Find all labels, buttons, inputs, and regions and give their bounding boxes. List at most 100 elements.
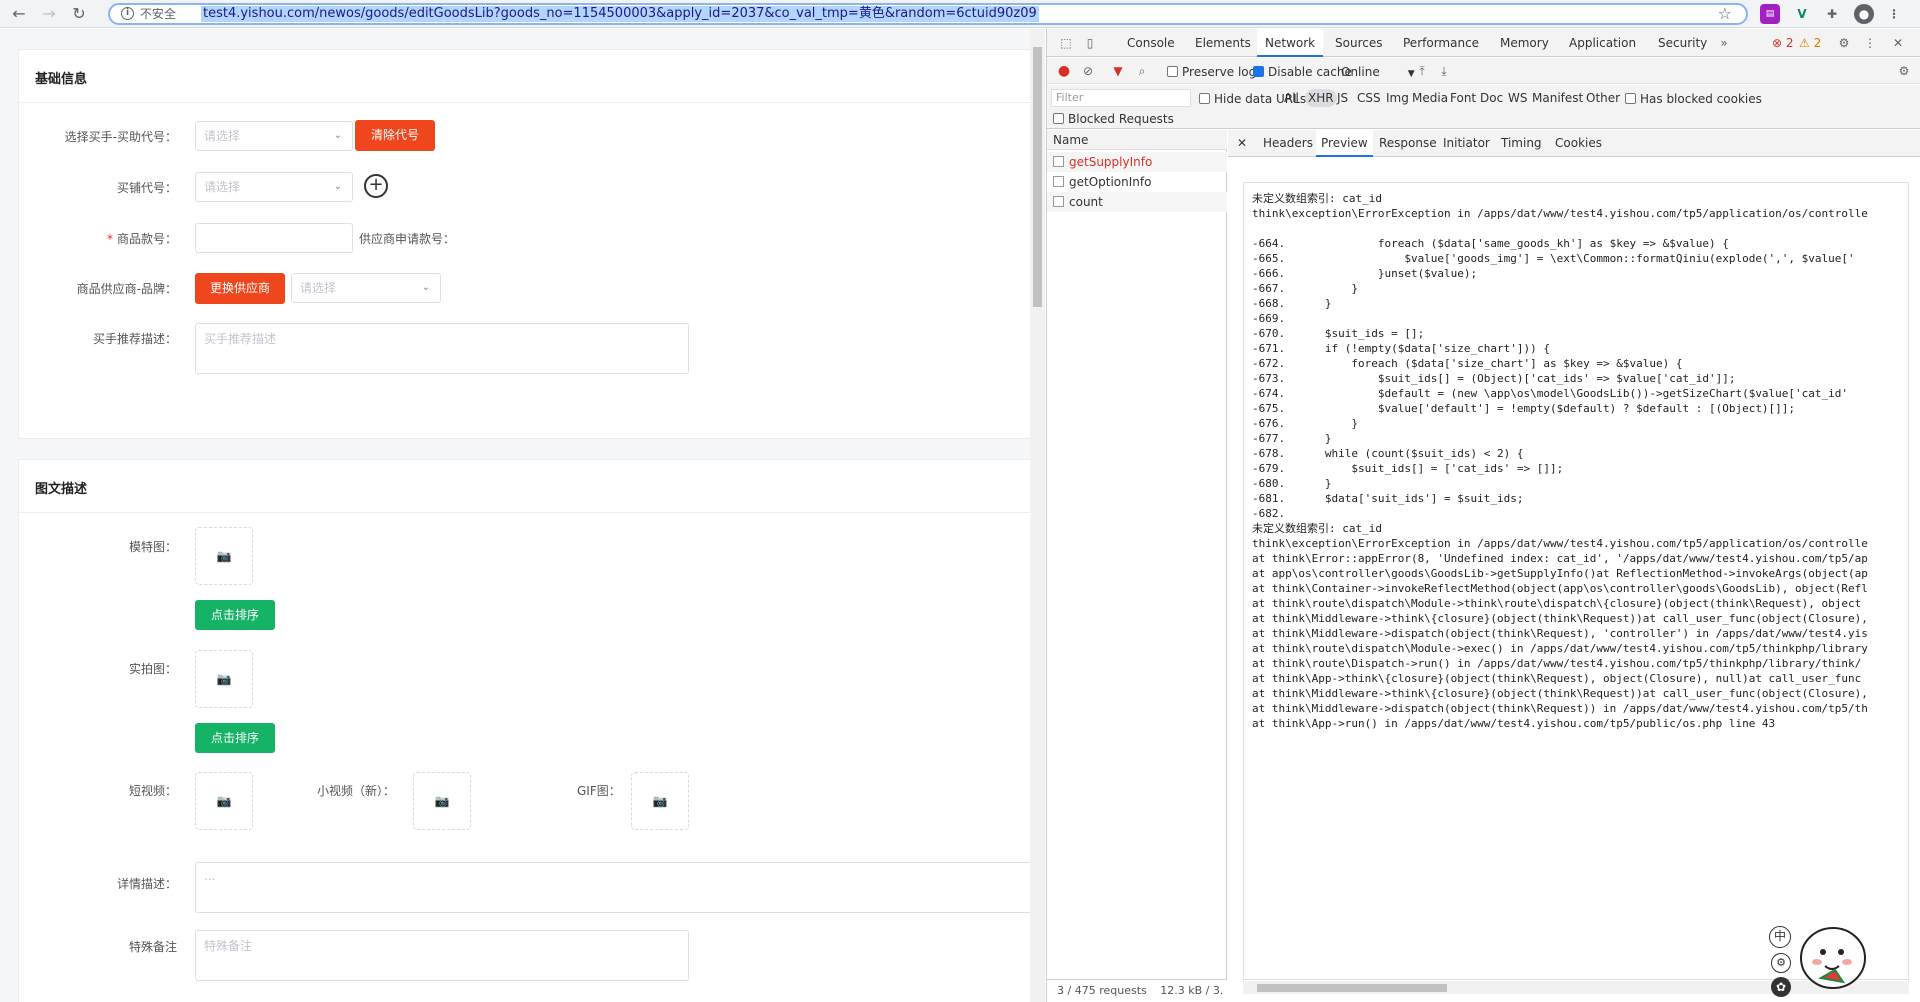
back-icon[interactable]: ← xyxy=(8,3,30,25)
type-media[interactable]: Media xyxy=(1409,89,1451,107)
tab-timing[interactable]: Timing xyxy=(1496,130,1547,157)
address-bar[interactable]: i 不安全 test4.yishou.com/newos/goods/editG… xyxy=(108,3,1748,25)
close-detail-icon[interactable]: ✕ xyxy=(1232,130,1252,157)
model-img-upload[interactable]: 📷 xyxy=(195,527,253,585)
brand-select[interactable]: 请选择 ⌄ xyxy=(291,273,441,303)
type-manifest[interactable]: Manifest xyxy=(1529,89,1586,107)
forward-icon[interactable]: → xyxy=(38,3,60,25)
gear-icon[interactable]: ⚙ xyxy=(1771,953,1791,973)
url-text[interactable]: test4.yishou.com/newos/goods/editGoodsLi… xyxy=(201,6,1039,22)
tab-headers[interactable]: Headers xyxy=(1258,130,1318,157)
name-column-header[interactable]: Name xyxy=(1047,130,1227,150)
extension-icon[interactable]: ▤ xyxy=(1760,4,1780,24)
recommend-textarea[interactable]: 买手推荐描述 xyxy=(195,323,689,374)
profile-icon[interactable]: ● xyxy=(1854,4,1874,24)
type-img[interactable]: Img xyxy=(1383,89,1412,107)
small-video-upload[interactable]: 📷 xyxy=(413,772,471,830)
mascot-sticker[interactable] xyxy=(1795,922,1871,994)
tab-elements[interactable]: Elements xyxy=(1187,29,1259,57)
tab-response[interactable]: Response xyxy=(1374,130,1442,157)
real-img-upload[interactable]: 📷 xyxy=(195,650,253,708)
short-video-upload[interactable]: 📷 xyxy=(195,772,253,830)
request-row[interactable]: getOptionInfo xyxy=(1047,172,1227,192)
star-icon[interactable]: ☆ xyxy=(1718,4,1732,23)
clear-code-button[interactable]: 清除代号 xyxy=(355,120,435,151)
device-icon[interactable]: ▯ xyxy=(1081,34,1099,52)
ime-indicator[interactable]: 中 xyxy=(1769,926,1791,948)
sort-button[interactable]: 点击排序 xyxy=(195,723,275,753)
vue-icon[interactable]: V xyxy=(1792,4,1812,24)
preview-line xyxy=(1252,221,1868,236)
throttle-select[interactable]: Online ▼ xyxy=(1341,65,1415,81)
inspect-icon[interactable]: ⬚ xyxy=(1057,34,1075,52)
request-name: count xyxy=(1069,195,1103,209)
type-all[interactable]: All xyxy=(1281,89,1302,107)
type-js[interactable]: JS xyxy=(1334,89,1351,107)
warning-count[interactable]: ⚠ 2 xyxy=(1799,36,1821,50)
tab-application[interactable]: Application xyxy=(1561,29,1644,57)
type-ws[interactable]: WS xyxy=(1505,89,1530,107)
import-icon[interactable]: ⤒ xyxy=(1413,62,1431,80)
disable-cache-checkbox[interactable]: Disable cache xyxy=(1253,65,1352,79)
item-no-input[interactable] xyxy=(195,223,353,253)
reload-icon[interactable]: ↻ xyxy=(68,3,90,25)
shirt-icon[interactable]: ✿ xyxy=(1771,977,1791,997)
gif-upload[interactable]: 📷 xyxy=(631,772,689,830)
tab-sources[interactable]: Sources xyxy=(1327,29,1390,57)
filter-input[interactable]: Filter xyxy=(1051,89,1191,107)
filter-icon[interactable]: ▼ xyxy=(1109,62,1127,80)
checkbox-icon xyxy=(1167,66,1178,77)
tab-performance[interactable]: Performance xyxy=(1395,29,1487,57)
blocked-requests-checkbox[interactable]: Blocked Requests xyxy=(1053,112,1174,126)
tab-memory[interactable]: Memory xyxy=(1492,29,1557,57)
record-icon[interactable]: ● xyxy=(1055,62,1073,80)
menu-icon[interactable]: ⋮ xyxy=(1884,4,1904,24)
type-xhr[interactable]: XHR xyxy=(1305,89,1337,107)
change-supplier-button[interactable]: 更换供应商 xyxy=(195,273,285,304)
scroll-thumb[interactable] xyxy=(1257,984,1447,992)
sort-button[interactable]: 点击排序 xyxy=(195,600,275,630)
detail-textarea[interactable]: ... xyxy=(195,862,1045,913)
scroll-thumb[interactable] xyxy=(1033,47,1042,307)
short-video-label: 短视频： xyxy=(128,784,177,798)
has-blocked-cookies-checkbox[interactable]: Has blocked cookies xyxy=(1625,92,1762,106)
type-font[interactable]: Font xyxy=(1447,89,1479,107)
error-count[interactable]: ⊗ 2 xyxy=(1772,36,1794,50)
tab-preview[interactable]: Preview xyxy=(1316,130,1373,157)
export-icon[interactable]: ⤓ xyxy=(1435,62,1453,80)
warning-count-value: 2 xyxy=(1813,36,1822,50)
type-other[interactable]: Other xyxy=(1583,89,1623,107)
request-row[interactable]: getSupplyInfo xyxy=(1047,152,1227,172)
search-icon[interactable]: ⌕ xyxy=(1133,62,1151,80)
tab-security[interactable]: Security xyxy=(1650,29,1715,57)
puzzle-icon[interactable]: ✚ xyxy=(1822,4,1842,24)
vertical-scrollbar[interactable] xyxy=(1030,29,1045,1002)
add-circle-icon[interactable]: + xyxy=(364,174,388,198)
more-tabs-icon[interactable]: » xyxy=(1715,34,1733,52)
file-icon xyxy=(1053,156,1064,167)
checkbox-icon xyxy=(1053,113,1064,124)
settings-icon[interactable]: ⚙ xyxy=(1835,34,1853,52)
preserve-log-checkbox[interactable]: Preserve log xyxy=(1167,65,1256,79)
security-label: 不安全 xyxy=(140,7,177,21)
more-icon[interactable]: ⋮ xyxy=(1861,34,1879,52)
type-css[interactable]: CSS xyxy=(1354,89,1384,107)
response-preview[interactable]: 未定义数组索引: cat_id think\exception\ErrorExce… xyxy=(1243,182,1909,980)
close-icon[interactable]: ✕ xyxy=(1889,34,1907,52)
request-row[interactable]: count xyxy=(1047,192,1227,212)
tab-console[interactable]: Console xyxy=(1119,29,1183,57)
buyer-code-select[interactable]: 请选择 ⌄ xyxy=(195,121,353,151)
tab-initiator[interactable]: Initiator xyxy=(1438,130,1495,157)
settings-icon[interactable]: ⚙ xyxy=(1895,62,1913,80)
shop-code-select[interactable]: 请选择 ⌄ xyxy=(195,172,353,202)
network-filterbar: Filter Hide data URLs All XHR JS CSS Img… xyxy=(1047,85,1920,129)
remark-textarea[interactable]: 特殊备注 xyxy=(195,930,689,981)
preview-line: -679. $suit_ids[] = ['cat_ids' => []]; xyxy=(1252,462,1564,475)
type-doc[interactable]: Doc xyxy=(1477,89,1506,107)
tab-cookies[interactable]: Cookies xyxy=(1550,130,1607,157)
transfer-size: 12.3 kB / 3. xyxy=(1160,984,1224,997)
gif-label: GIF图： xyxy=(577,784,621,798)
info-icon[interactable]: i xyxy=(121,7,134,20)
clear-icon[interactable]: ⊘ xyxy=(1079,62,1097,80)
tab-network[interactable]: Network xyxy=(1257,29,1324,57)
